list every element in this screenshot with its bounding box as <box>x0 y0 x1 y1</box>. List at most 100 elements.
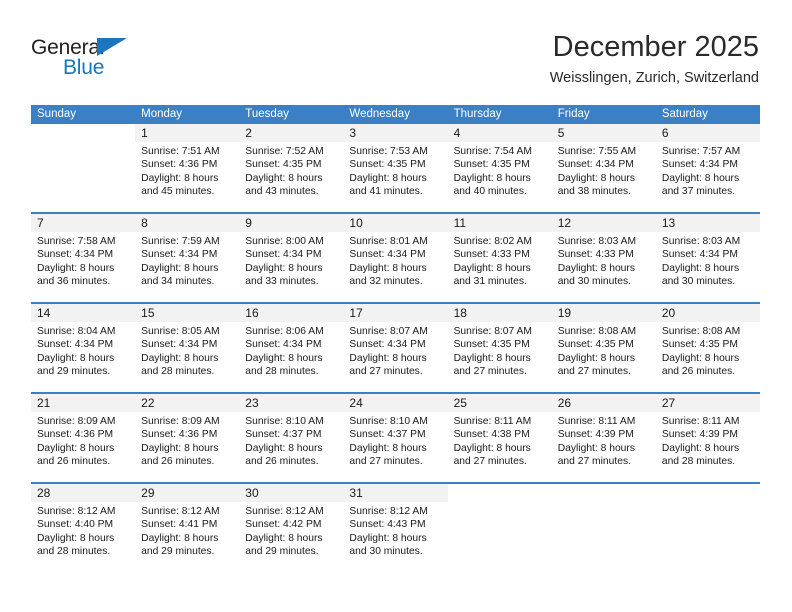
calendar-day-cell[interactable]: 24 Sunrise: 8:10 AM Sunset: 4:37 PM Dayligh… <box>343 394 448 482</box>
calendar-day-cell[interactable]: 25 Sunrise: 8:11 AM Sunset: 4:38 PM Dayligh… <box>447 394 552 482</box>
calendar-day-cell[interactable]: 16 Sunrise: 8:06 AM Sunset: 4:34 PM Dayligh… <box>239 304 344 392</box>
sunset-text: Sunset: 4:36 PM <box>141 159 218 171</box>
day-number: 15 <box>141 306 155 320</box>
daylight-text-line1: Daylight: 8 hours <box>141 172 219 184</box>
weekday-header-sunday: Sunday <box>37 108 77 120</box>
sunrise-text: Sunrise: 8:05 AM <box>141 326 220 337</box>
day-sun-info: Sunrise: 8:10 AM Sunset: 4:37 PM Daylight:… <box>343 412 447 482</box>
calendar-day-cell[interactable]: 4 Sunrise: 7:54 AM Sunset: 4:35 PM Daylight… <box>447 124 552 212</box>
calendar-day-cell[interactable]: 21 Sunrise: 8:09 AM Sunset: 4:36 PM Dayligh… <box>31 394 136 482</box>
daylight-text-line2: and 29 minutes. <box>141 545 215 557</box>
daylight-text-line2: and 27 minutes. <box>557 365 631 377</box>
day-number: 11 <box>453 216 467 230</box>
calendar-day-cell[interactable]: 1 Sunrise: 7:51 AM Sunset: 4:36 PM Daylight… <box>135 124 240 212</box>
sunrise-text: Sunrise: 8:09 AM <box>37 416 116 427</box>
calendar-day-cell-empty <box>31 124 136 212</box>
calendar-day-cell[interactable]: 30 Sunrise: 8:12 AM Sunset: 4:42 PM Dayligh… <box>239 484 344 572</box>
day-sun-info: Sunrise: 8:09 AM Sunset: 4:36 PM Daylight:… <box>31 412 135 482</box>
day-number: 19 <box>557 306 572 320</box>
day-number: 30 <box>245 486 259 500</box>
day-number: 2 <box>245 126 252 140</box>
calendar-day-cell[interactable]: 6 Sunrise: 7:57 AM Sunset: 4:34 PM Daylight… <box>655 124 760 212</box>
calendar-day-cell[interactable]: 22 Sunrise: 8:09 AM Sunset: 4:36 PM Dayligh… <box>135 394 240 482</box>
calendar-day-cell[interactable]: 23 Sunrise: 8:10 AM Sunset: 4:37 PM Dayligh… <box>239 394 344 482</box>
weekday-header-friday: Friday <box>557 108 590 120</box>
calendar-day-cell-empty <box>655 484 760 572</box>
sunset-text: Sunset: 4:40 PM <box>37 519 114 531</box>
day-sun-info: Sunrise: 7:51 AM Sunset: 4:36 PM Daylight:… <box>135 142 239 212</box>
calendar-day-cell[interactable]: 17 Sunrise: 8:07 AM Sunset: 4:34 PM Dayligh… <box>343 304 448 392</box>
calendar-day-cell[interactable]: 20 Sunrise: 8:08 AM Sunset: 4:35 PM Dayligh… <box>655 304 760 392</box>
sunrise-text: Sunrise: 8:06 AM <box>245 326 324 337</box>
sunrise-text: Sunrise: 8:11 AM <box>661 416 740 427</box>
calendar-day-cell[interactable]: 27 Sunrise: 8:11 AM Sunset: 4:39 PM Dayligh… <box>655 394 760 482</box>
calendar-day-cell[interactable]: 15 Sunrise: 8:05 AM Sunset: 4:34 PM Dayligh… <box>135 304 240 392</box>
day-sun-info: Sunrise: 7:59 AM Sunset: 4:34 PM Daylight:… <box>135 232 239 302</box>
logo-text-blue: Blue <box>63 56 105 79</box>
sunset-text: Sunset: 4:35 PM <box>245 159 322 171</box>
sunset-text: Sunset: 4:38 PM <box>453 429 530 441</box>
daylight-text-line2: and 36 minutes. <box>37 275 111 287</box>
calendar-day-cell[interactable]: 31 Sunrise: 8:12 AM Sunset: 4:43 PM Dayligh… <box>343 484 448 572</box>
calendar-day-cell[interactable]: 7 Sunrise: 7:58 AM Sunset: 4:34 PM Daylight… <box>31 214 136 302</box>
calendar-day-cell[interactable]: 10 Sunrise: 8:01 AM Sunset: 4:34 PM Dayligh… <box>343 214 448 302</box>
sunrise-text: Sunrise: 8:03 AM <box>661 236 741 247</box>
day-sun-info: Sunrise: 8:06 AM Sunset: 4:34 PM Daylight:… <box>239 322 343 392</box>
calendar-day-cell[interactable]: 14 Sunrise: 8:04 AM Sunset: 4:34 PM Dayligh… <box>31 304 136 392</box>
daylight-text-line2: and 28 minutes. <box>37 545 111 557</box>
day-sun-info: Sunrise: 8:11 AM Sunset: 4:39 PM Daylight:… <box>552 412 656 482</box>
calendar-day-cell[interactable]: 9 Sunrise: 8:00 AM Sunset: 4:34 PM Daylight… <box>239 214 344 302</box>
calendar-day-cell[interactable]: 18 Sunrise: 8:07 AM Sunset: 4:35 PM Dayligh… <box>447 304 552 392</box>
day-number: 8 <box>141 216 148 230</box>
sunset-text: Sunset: 4:37 PM <box>349 429 426 441</box>
sunrise-text: Sunrise: 7:54 AM <box>453 146 532 157</box>
daylight-text-line1: Daylight: 8 hours <box>661 262 740 274</box>
day-sun-info: Sunrise: 7:58 AM Sunset: 4:34 PM Daylight:… <box>31 232 135 302</box>
day-sun-info: Sunrise: 8:12 AM Sunset: 4:42 PM Daylight:… <box>239 502 343 572</box>
daylight-text-line1: Daylight: 8 hours <box>661 352 740 364</box>
day-number: 16 <box>245 306 259 320</box>
day-sun-info: Sunrise: 8:07 AM Sunset: 4:34 PM Daylight:… <box>343 322 447 392</box>
day-number: 9 <box>245 216 252 230</box>
day-number: 14 <box>37 306 51 320</box>
page-title: December 2025 <box>552 31 759 63</box>
day-number: 29 <box>141 486 155 500</box>
day-number-band: 10 <box>343 214 448 232</box>
calendar-day-cell[interactable]: 5 Sunrise: 7:55 AM Sunset: 4:34 PM Daylight… <box>551 124 656 212</box>
sunrise-text: Sunrise: 8:00 AM <box>245 236 324 247</box>
calendar-day-cell[interactable]: 13 Sunrise: 8:03 AM Sunset: 4:34 PM Dayligh… <box>655 214 760 302</box>
sunrise-text: Sunrise: 8:12 AM <box>141 506 220 517</box>
day-number: 18 <box>453 306 467 320</box>
daylight-text-line2: and 33 minutes. <box>245 275 319 287</box>
daylight-text-line2: and 27 minutes. <box>557 455 631 467</box>
day-number: 23 <box>245 396 259 410</box>
page-header: General Blue December 2025 Weisslingen, … <box>31 30 759 98</box>
calendar-day-cell[interactable]: 11 Sunrise: 8:02 AM Sunset: 4:33 PM Dayligh… <box>447 214 552 302</box>
calendar-day-cell[interactable]: 2 Sunrise: 7:52 AM Sunset: 4:35 PM Daylight… <box>239 124 344 212</box>
sunrise-text: Sunrise: 7:51 AM <box>141 146 220 157</box>
daylight-text-line2: and 45 minutes. <box>141 185 215 197</box>
daylight-text-line2: and 26 minutes. <box>37 455 111 467</box>
day-number: 28 <box>37 486 51 500</box>
calendar-week-row: 1 Sunrise: 7:51 AM Sunset: 4:36 PM Daylight… <box>31 124 760 212</box>
calendar-day-cell[interactable]: 3 Sunrise: 7:53 AM Sunset: 4:35 PM Daylight… <box>343 124 448 212</box>
sunrise-text: Sunrise: 8:04 AM <box>37 326 116 337</box>
sunset-text: Sunset: 4:42 PM <box>245 519 322 531</box>
daylight-text-line1: Daylight: 8 hours <box>141 352 219 364</box>
calendar-day-cell[interactable]: 28 Sunrise: 8:12 AM Sunset: 4:40 PM Dayligh… <box>31 484 136 572</box>
day-sun-info: Sunrise: 8:05 AM Sunset: 4:34 PM Daylight:… <box>135 322 239 392</box>
day-sun-info: Sunrise: 8:07 AM Sunset: 4:35 PM Daylight:… <box>448 322 552 392</box>
calendar-day-cell[interactable]: 26 Sunrise: 8:11 AM Sunset: 4:39 PM Dayligh… <box>551 394 656 482</box>
calendar-day-cell[interactable]: 19 Sunrise: 8:08 AM Sunset: 4:35 PM Dayligh… <box>551 304 656 392</box>
calendar-day-cell[interactable]: 29 Sunrise: 8:12 AM Sunset: 4:41 PM Dayligh… <box>135 484 240 572</box>
calendar-day-cell[interactable]: 8 Sunrise: 7:59 AM Sunset: 4:34 PM Daylight… <box>135 214 240 302</box>
calendar-day-cell[interactable]: 12 Sunrise: 8:03 AM Sunset: 4:33 PM Dayligh… <box>551 214 656 302</box>
day-number-band: 24 <box>343 394 448 412</box>
day-sun-info: Sunrise: 8:11 AM Sunset: 4:38 PM Daylight:… <box>448 412 552 482</box>
general-blue-logo[interactable]: General Blue <box>31 36 231 92</box>
daylight-text-line2: and 29 minutes. <box>245 545 319 557</box>
day-number-band: 23 <box>239 394 344 412</box>
sunset-text: Sunset: 4:43 PM <box>349 519 426 531</box>
sunset-text: Sunset: 4:35 PM <box>557 339 634 351</box>
sunset-text: Sunset: 4:34 PM <box>557 159 634 171</box>
